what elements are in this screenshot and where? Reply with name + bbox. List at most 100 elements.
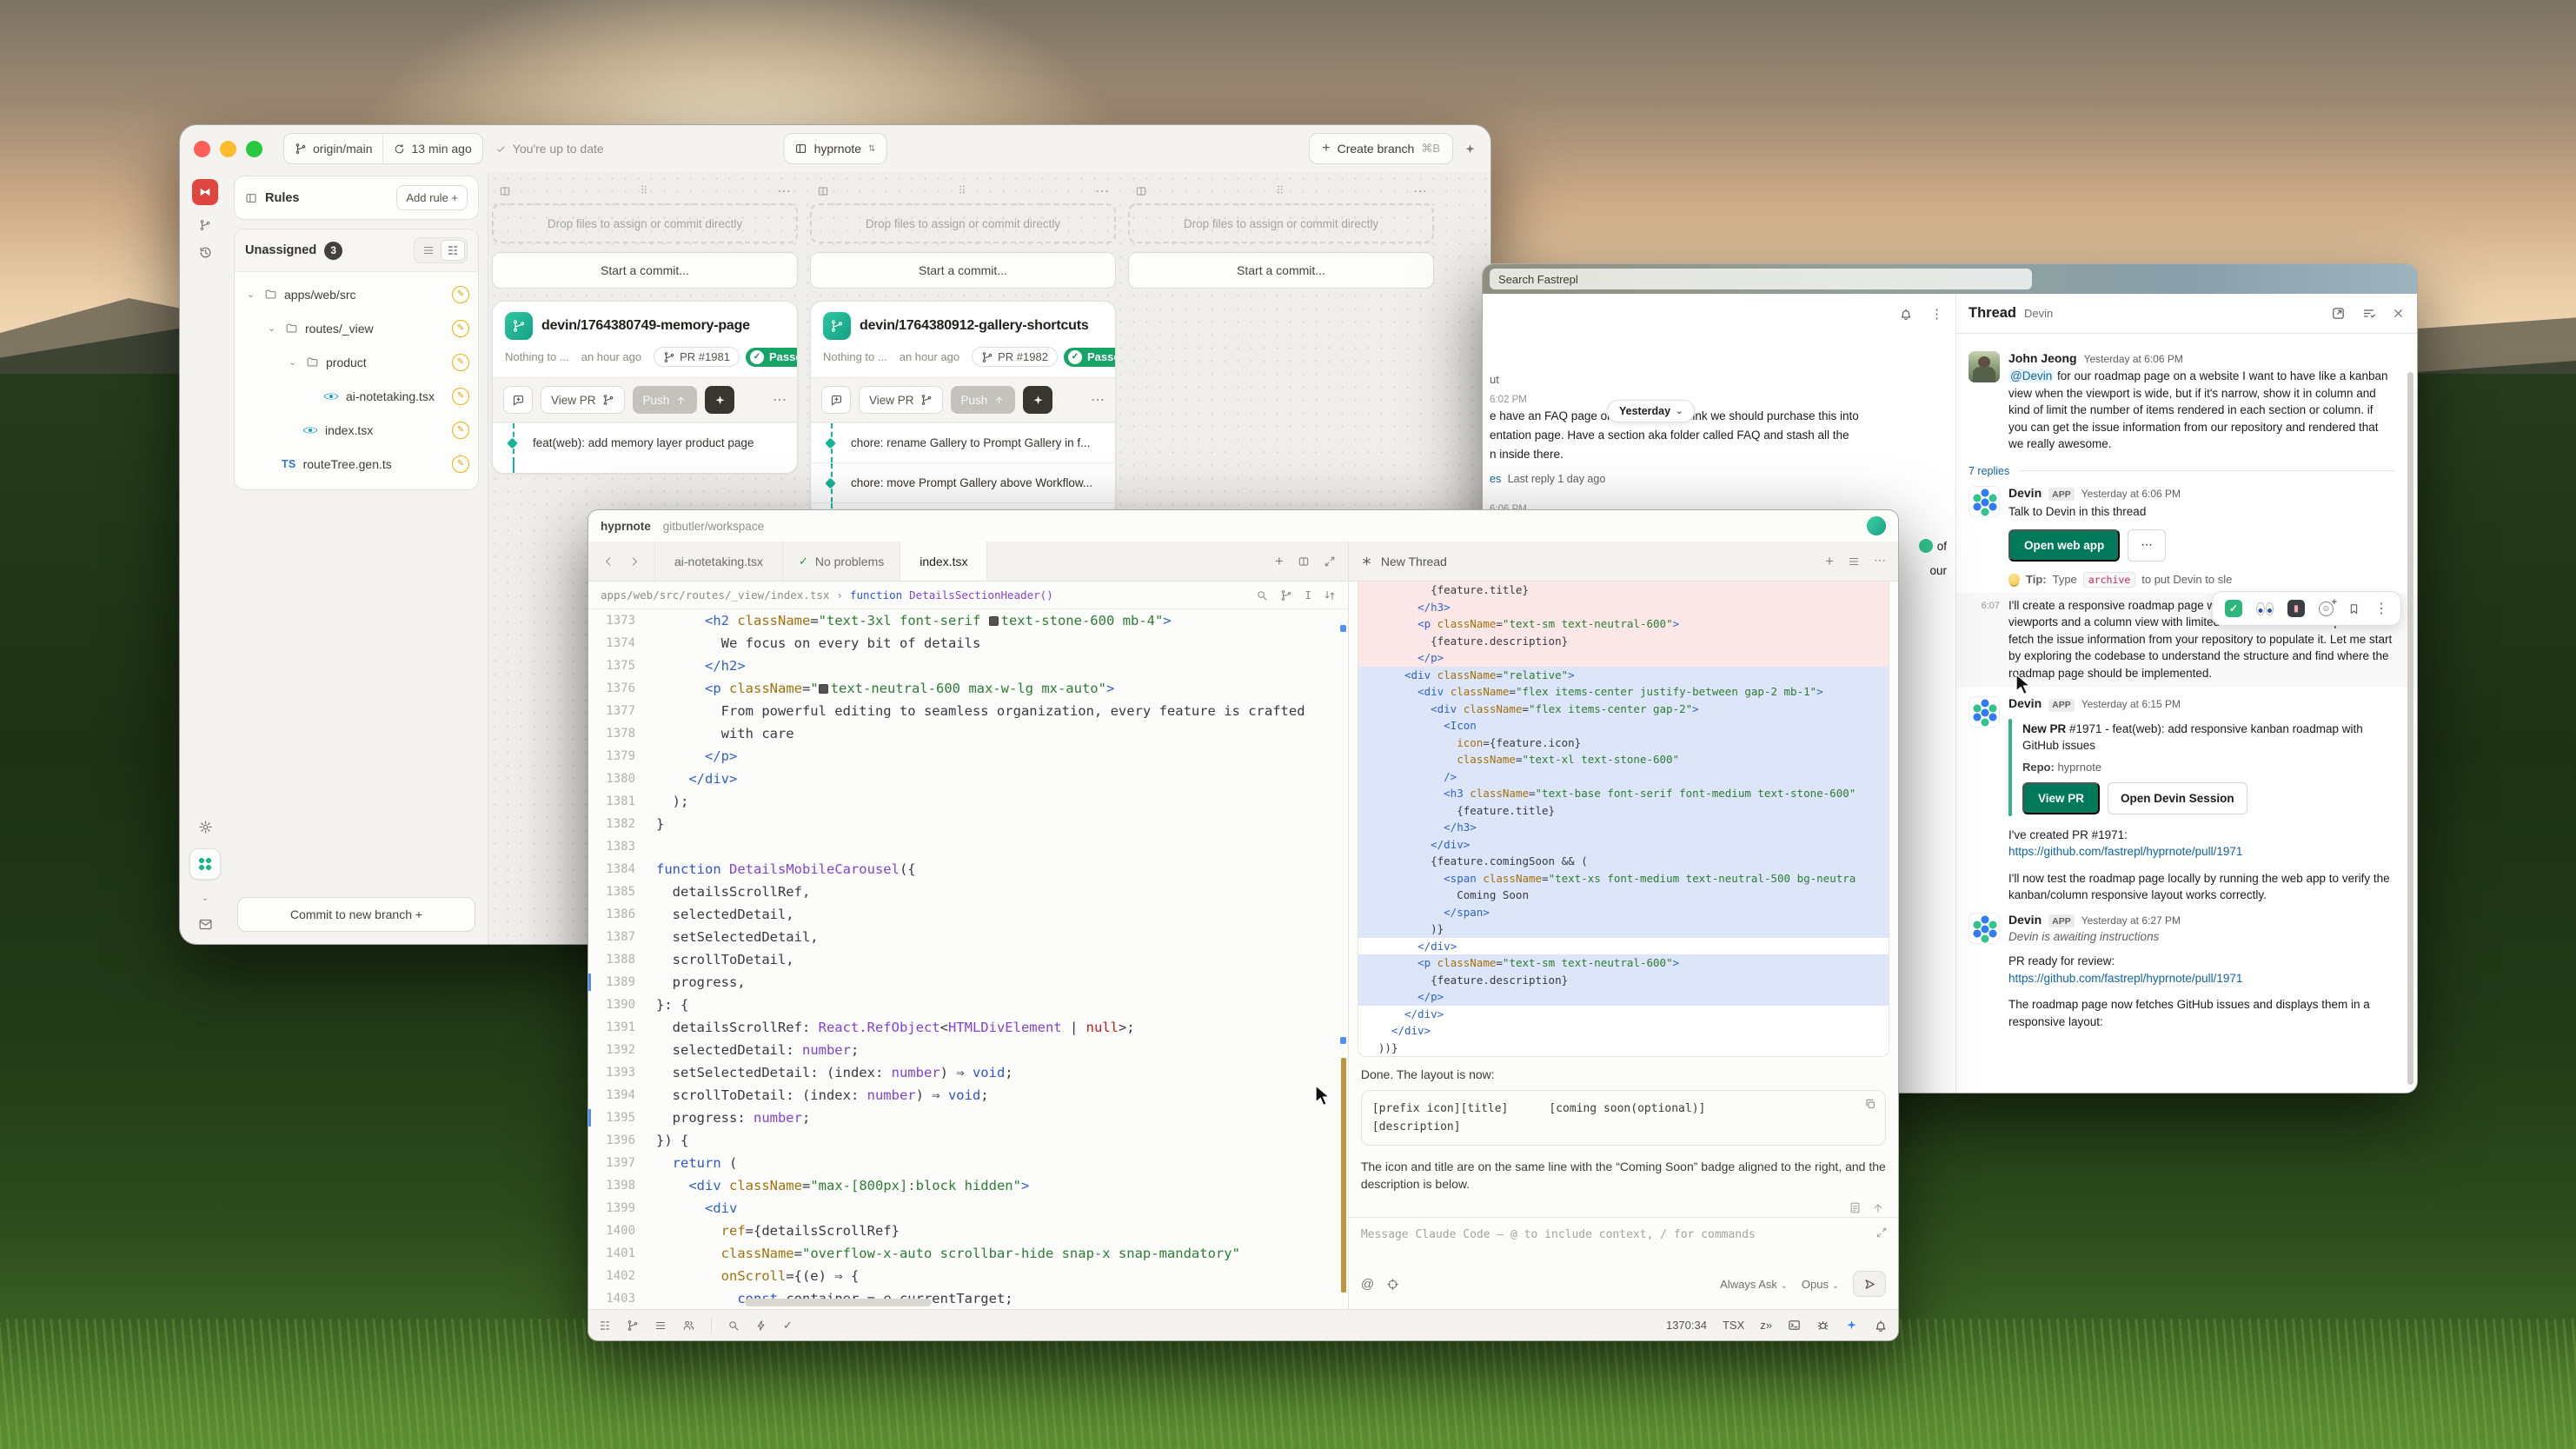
code-line[interactable]: 1381 ); (588, 790, 1348, 813)
message-time[interactable]: Yesterday at 6:27 PM (2081, 914, 2181, 927)
start-commit-button[interactable]: Start a commit... (810, 252, 1116, 289)
drop-zone[interactable]: Drop files to assign or commit directly (492, 203, 798, 243)
code-line[interactable]: 1384function DetailsMobileCarousel({ (588, 858, 1348, 881)
code-line[interactable]: 1390}: { (588, 994, 1348, 1016)
nav-back-icon[interactable] (602, 555, 614, 568)
scroll-up-icon[interactable] (1872, 1201, 1884, 1214)
branches-nav-icon[interactable] (199, 219, 211, 231)
horizontal-scrollbar[interactable] (745, 1299, 932, 1306)
chevron-down-icon[interactable]: ⌄ (202, 894, 209, 903)
drag-handle-icon[interactable] (638, 183, 650, 196)
create-branch-button[interactable]: + Create branch ⌘B (1309, 133, 1453, 164)
new-thread-icon[interactable]: + (1825, 553, 1834, 570)
list-view-button[interactable] (416, 240, 441, 261)
author-name[interactable]: Devin (2008, 486, 2042, 500)
code-line[interactable]: 1380 </div> (588, 768, 1348, 790)
diagnostics-summary[interactable]: ✓No problems (783, 542, 900, 581)
lane-layout-icon[interactable] (499, 185, 511, 197)
pr-link[interactable]: https://github.com/fastrepl/hyprnote/pul… (2008, 970, 2394, 987)
check-reaction-icon[interactable]: ✓ (2225, 600, 2242, 617)
open-devin-session-button[interactable]: Open Devin Session (2108, 782, 2247, 814)
tree-item-apps-web-src[interactable]: ⌄apps/web/src✎ (235, 277, 478, 311)
collab-panel-icon[interactable] (682, 1319, 695, 1332)
tree-item-routetree-gen-ts[interactable]: TSrouteTree.gen.ts✎ (235, 447, 478, 481)
branch-name[interactable]: devin/1764380912-gallery-shortcuts (860, 318, 1089, 334)
code-line[interactable]: 1375 </h2> (588, 655, 1348, 677)
code-line[interactable]: 1403 const container = e.currentTarget; (588, 1287, 1348, 1309)
slack-search-input[interactable]: Search Fastrepl (1490, 269, 2032, 289)
zoom-pane-icon[interactable] (1324, 555, 1336, 568)
terminal-icon[interactable] (1788, 1319, 1801, 1332)
panel-menu-icon[interactable]: ⋯ (1874, 553, 1886, 570)
assistant-conversation[interactable]: {feature.title} </h3> <p className="text… (1349, 582, 1898, 1309)
send-button[interactable] (1853, 1271, 1886, 1297)
project-panel-icon[interactable] (599, 1319, 611, 1332)
view-pr-button[interactable]: View PR (541, 386, 625, 414)
review-button[interactable] (503, 386, 533, 414)
commit-row[interactable]: chore: move Prompt Gallery above Workflo… (811, 462, 1115, 502)
lane-menu-icon[interactable]: ⋯ (1413, 183, 1427, 200)
devin-avatar[interactable] (1969, 486, 2000, 517)
bell-icon[interactable] (1899, 307, 1913, 321)
message-time[interactable]: 6:07 (1969, 597, 2000, 682)
mention-context-icon[interactable]: @ (1361, 1277, 1374, 1292)
card-menu-icon[interactable]: ⋯ (773, 391, 787, 409)
code-line[interactable]: 1401 className="overflow-x-auto scrollba… (588, 1242, 1348, 1265)
message-time[interactable]: Yesterday at 6:06 PM (2084, 353, 2183, 365)
view-pr-button[interactable]: View PR (859, 386, 943, 414)
devin-avatar[interactable] (1969, 913, 2000, 944)
debug-icon[interactable] (1816, 1319, 1829, 1332)
minimize-window-button[interactable] (220, 141, 236, 157)
push-button[interactable]: Push (951, 386, 1016, 414)
message-time[interactable]: Yesterday at 6:06 PM (2081, 488, 2181, 500)
code-line[interactable]: 1394 scrollToDetail: (index: number) ⇒ v… (588, 1084, 1348, 1107)
branch-name[interactable]: devin/1764380749-memory-page (541, 318, 750, 334)
lane-menu-icon[interactable]: ⋯ (777, 183, 791, 200)
chevron-down-icon[interactable]: ⌄ (268, 322, 278, 334)
close-icon[interactable] (2392, 307, 2405, 320)
author-name[interactable]: Devin (2008, 913, 2042, 927)
cursor-position[interactable]: 1370:34 (1666, 1319, 1707, 1332)
date-divider-pill[interactable]: Yesterday⌄ (1607, 400, 1695, 422)
markdown-icon[interactable] (1849, 1201, 1862, 1214)
zoom-window-button[interactable] (246, 141, 262, 157)
mention[interactable]: @Devin (2008, 369, 2054, 382)
drag-handle-icon[interactable] (1274, 183, 1286, 196)
gitbutler-logo[interactable] (192, 179, 218, 205)
outline-panel-icon[interactable] (654, 1319, 667, 1332)
code-line[interactable]: 1397 return ( (588, 1152, 1348, 1174)
project-selector[interactable]: hyprnote ⇅ (784, 133, 887, 164)
code-editor[interactable]: 1373 <h2 className="text-3xl font-serif … (588, 609, 1348, 1309)
pr-pill[interactable]: PR #1981 (654, 347, 740, 367)
copy-icon[interactable] (1864, 1098, 1876, 1110)
lane-layout-icon[interactable] (817, 185, 829, 197)
commit-row[interactable]: feat(web): add memory layer product page (493, 422, 797, 462)
git-panel-icon[interactable] (627, 1319, 639, 1332)
chevron-down-icon[interactable]: ⌄ (289, 356, 299, 368)
drag-handle-icon[interactable] (956, 183, 968, 196)
review-button[interactable] (821, 386, 851, 414)
quick-actions-icon[interactable] (755, 1319, 767, 1332)
thread-scrollbar[interactable] (2407, 372, 2413, 1085)
ai-assistant-icon[interactable] (1845, 1319, 1858, 1332)
editor-scrollbar[interactable] (1338, 609, 1348, 1309)
swap-icon[interactable] (1324, 588, 1336, 602)
code-line[interactable]: 1382} (588, 813, 1348, 835)
message-more-icon[interactable]: ⋮ (2374, 600, 2388, 617)
start-commit-button[interactable]: Start a commit... (492, 252, 798, 289)
open-in-window-icon[interactable] (2331, 306, 2346, 321)
ai-actions-button[interactable] (1023, 386, 1052, 414)
ci-status-pill[interactable]: ✓Passed (746, 348, 798, 367)
code-line[interactable]: 1383 (588, 835, 1348, 858)
start-commit-button[interactable]: Start a commit... (1128, 252, 1434, 289)
commit-to-new-branch-button[interactable]: Commit to new branch + (237, 897, 475, 932)
code-line[interactable]: 1379 </p> (588, 745, 1348, 768)
editor-branch-name[interactable]: gitbutler/workspace (663, 520, 764, 533)
push-button[interactable]: Push (633, 386, 698, 414)
code-line[interactable]: 1402 onScroll={(e) ⇒ { (588, 1265, 1348, 1287)
save-message-icon[interactable] (2347, 602, 2360, 615)
author-name[interactable]: John Jeong (2008, 351, 2077, 365)
tree-view-button[interactable] (441, 240, 465, 261)
tree-item-routes-view[interactable]: ⌄routes/_view✎ (235, 311, 478, 345)
search-panel-icon[interactable] (727, 1319, 740, 1332)
